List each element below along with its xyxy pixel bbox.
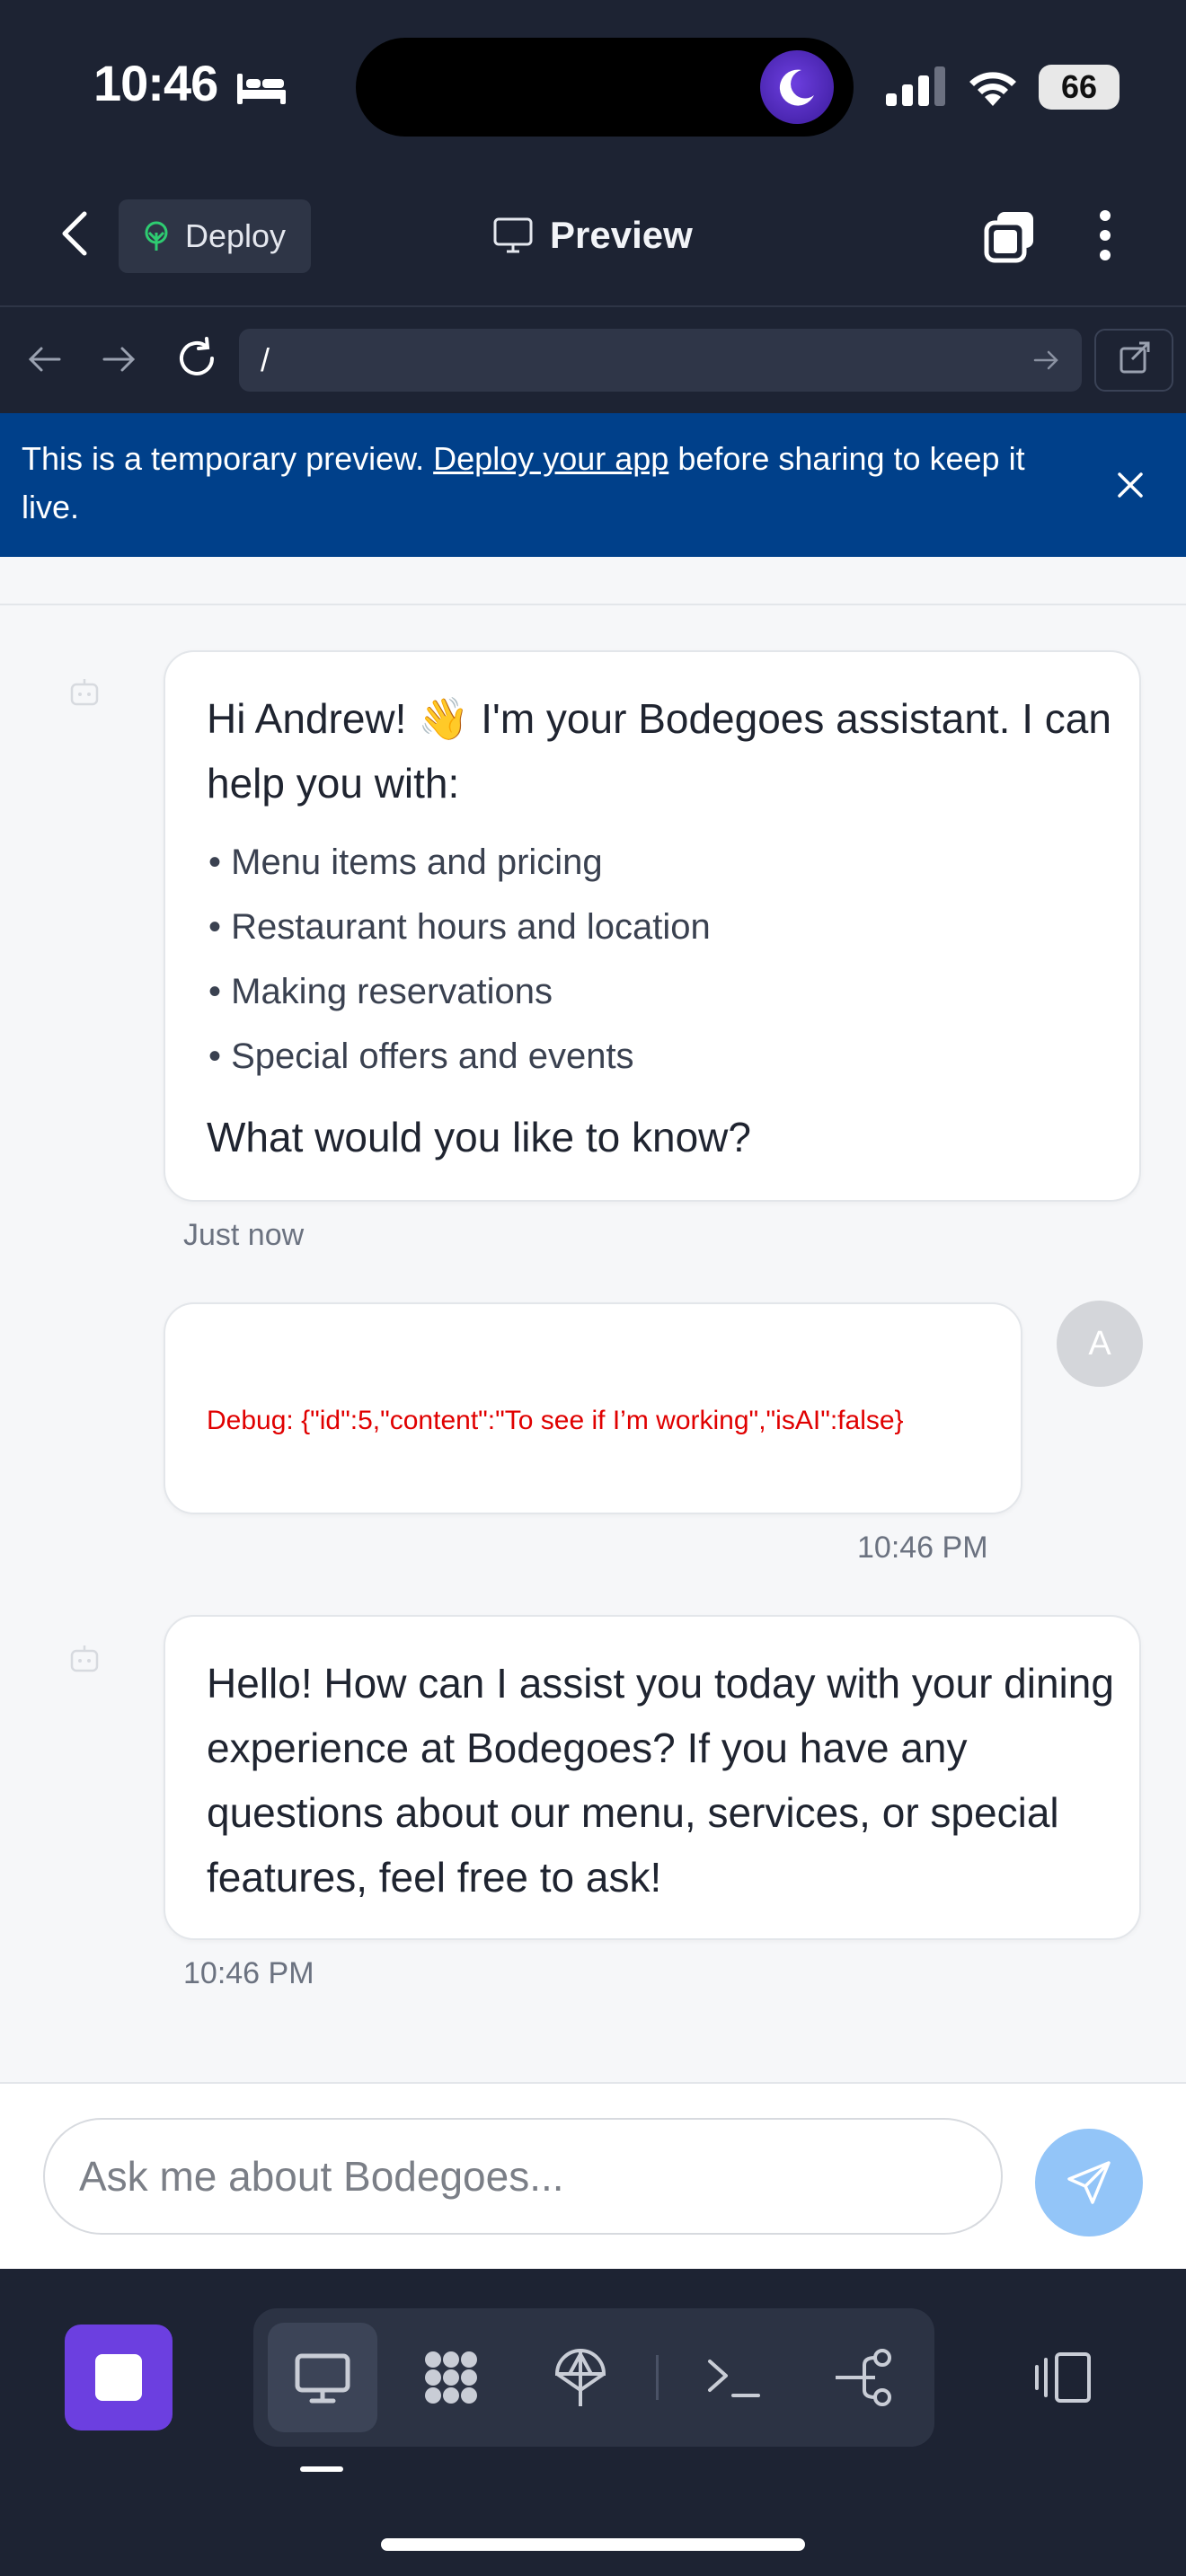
send-button[interactable]	[1035, 2129, 1143, 2236]
deploy-icon	[145, 221, 168, 251]
bot-greeting-outro: What would you like to know?	[207, 1114, 751, 1160]
stop-button[interactable]	[65, 2325, 173, 2430]
preview-title-text: Preview	[550, 214, 693, 256]
chat-input[interactable]	[43, 2118, 1003, 2235]
preview-title: Preview	[492, 208, 693, 262]
monitor-icon	[493, 217, 533, 253]
list-item: • Making reservations	[208, 972, 553, 1011]
reload-icon[interactable]	[174, 336, 219, 381]
bed-icon	[237, 74, 286, 104]
divider	[656, 2355, 659, 2400]
signal-icon	[886, 66, 945, 106]
list-item: • Restaurant hours and location	[208, 907, 711, 947]
list-item: • Menu items and pricing	[208, 842, 603, 882]
bot-greeting-intro: Hi Andrew! 👋 I'm your Bodegoes assistant…	[207, 695, 1111, 807]
url-go-icon[interactable]	[1031, 345, 1062, 375]
grid-icon[interactable]	[419, 2345, 483, 2410]
moon-icon	[760, 50, 834, 124]
deploy-app-link[interactable]: Deploy your app	[433, 440, 668, 477]
bot-icon	[70, 1645, 99, 1672]
send-icon	[1067, 2161, 1111, 2204]
list-item: • Special offers and events	[208, 1037, 634, 1076]
active-tab-indicator	[300, 2466, 343, 2472]
nav-forward-icon[interactable]	[99, 340, 138, 379]
nav-back-icon[interactable]	[25, 340, 65, 379]
stop-icon	[95, 2354, 142, 2401]
banner-text: This is a temporary preview. Deploy your…	[22, 440, 1025, 525]
external-link-icon	[1120, 341, 1150, 374]
more-options-icon[interactable]	[1098, 208, 1112, 262]
debug-text: Debug: {"id":5,"content":"To see if I’m …	[207, 1406, 904, 1435]
terminal-icon[interactable]	[703, 2345, 767, 2410]
battery-level: 66	[1060, 68, 1098, 105]
open-external-button[interactable]	[1094, 329, 1173, 392]
url-text[interactable]: /	[261, 329, 270, 392]
avatar: A	[1057, 1301, 1143, 1387]
message-timestamp: 10:46 PM	[857, 1531, 988, 1565]
deploy-icon[interactable]	[548, 2345, 613, 2410]
divider	[0, 604, 1186, 605]
url-bar[interactable]	[239, 329, 1082, 392]
deploy-label: Deploy	[185, 217, 287, 254]
message-timestamp: 10:46 PM	[183, 1956, 314, 1990]
message-timestamp: Just now	[183, 1218, 305, 1252]
monitor-icon[interactable]	[290, 2345, 355, 2410]
tabs-icon[interactable]	[983, 210, 1037, 264]
deploy-button[interactable]: Deploy	[119, 199, 311, 273]
wifi-icon	[969, 72, 1016, 106]
bot-icon	[70, 679, 99, 706]
close-icon[interactable]	[1112, 467, 1148, 503]
sidebar-toggle-icon[interactable]	[1031, 2345, 1096, 2410]
status-time: 10:46	[93, 55, 218, 111]
back-chevron-icon[interactable]	[58, 208, 93, 259]
bot-reply-text: Hello! How can I assist you today with y…	[207, 1660, 1114, 1901]
git-icon[interactable]	[832, 2345, 897, 2410]
home-indicator	[381, 2538, 805, 2551]
